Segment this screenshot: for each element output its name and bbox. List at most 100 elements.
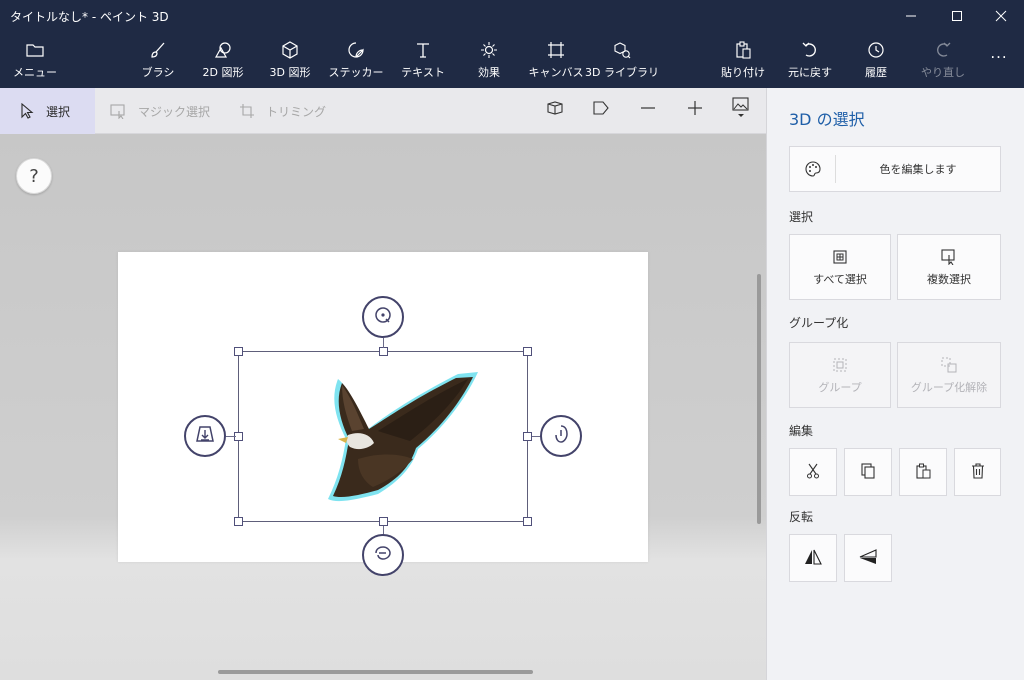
vertical-scrollbar[interactable] [757,274,761,524]
resize-handle-bottom-left[interactable] [234,517,243,526]
paste-panel-button[interactable] [899,448,947,496]
resize-handle-bottom-right[interactable] [523,517,532,526]
3d-library-icon [612,40,632,60]
2d-shapes-label: 2D 図形 [202,66,244,79]
sticker-label: ステッカー [328,66,384,79]
more-button[interactable]: ... [984,32,1014,88]
flip-vertical-icon [859,548,877,568]
resize-handle-bottom[interactable] [379,517,388,526]
undo-button[interactable]: 元に戻す [786,32,834,88]
resize-handle-top[interactable] [379,347,388,356]
effects-button[interactable]: 効果 [470,32,508,88]
group-label: グループ [818,380,862,394]
2d-shapes-button[interactable]: 2D 図形 [200,32,246,88]
resize-handle-right[interactable] [523,432,532,441]
ungroup-button[interactable]: グループ化解除 [897,342,1001,408]
section-flip-heading: 反転 [789,510,814,524]
multi-select-button[interactable]: 複数選択 [897,234,1001,300]
title-bar: タイトルなし* - ペイント 3D [0,0,1024,32]
select-all-button[interactable]: すべて選択 [789,234,891,300]
image-icon [732,97,750,123]
cut-button[interactable] [789,448,837,496]
selection-box[interactable] [238,351,528,522]
cursor-icon [18,102,36,120]
select-tool[interactable]: 選択 [0,88,95,134]
delete-button[interactable] [954,448,1001,496]
undo-icon [800,40,820,60]
section-select-heading: 選択 [789,210,814,224]
text-icon [413,40,433,60]
view-options-button[interactable] [729,97,753,123]
rotate-x-gizmo[interactable] [362,534,404,576]
brush-label: ブラシ [141,66,175,79]
menu-label: メニュー [13,66,57,79]
redo-button[interactable]: やり直し [920,32,966,88]
select-all-label: すべて選択 [813,272,867,286]
push-depth-icon [194,423,216,449]
sticker-icon [346,40,366,60]
rotate-y-gizmo[interactable] [540,415,582,457]
3d-view-button[interactable] [543,98,567,122]
3d-library-label: 3D ライブラリ [585,66,659,79]
maximize-button[interactable] [934,0,980,32]
canvas-button[interactable]: キャンバス [528,32,584,88]
multi-select-label: 複数選択 [927,272,971,286]
gizmo-stem-top [383,338,384,348]
folder-icon [25,40,45,60]
canvas-label: キャンバス [528,66,584,79]
copy-icon [860,462,876,482]
help-button[interactable]: ? [16,158,52,194]
brush-icon [148,40,168,60]
properties-panel: 3D の選択 色を編集します 選択 すべて選択 複数選択 グループ化 グループ … [766,88,1024,680]
rotate-horizontal-icon [372,542,394,568]
history-button[interactable]: 履歴 [860,32,892,88]
select-all-icon [831,248,849,266]
ribbon: メニュー ブラシ 2D 図形 3D 図形 ステッカー テキスト 効果 キャンバス… [0,32,1024,88]
minimize-button[interactable] [888,0,934,32]
flip-vertical-button[interactable] [844,534,892,582]
canvas-workspace[interactable]: ? [0,134,766,680]
section-group-heading: グループ化 [789,316,849,330]
zoom-out-button[interactable] [636,98,660,122]
3d-shapes-button[interactable]: 3D 図形 [266,32,314,88]
horizontal-scrollbar[interactable] [218,670,533,674]
resize-handle-top-left[interactable] [234,347,243,356]
menu-button[interactable]: メニュー [13,32,57,88]
redo-icon [933,40,953,60]
ungroup-label: グループ化解除 [910,380,988,394]
window-title: タイトルなし* - ペイント 3D [10,10,169,24]
depth-gizmo[interactable] [184,415,226,457]
more-icon: ... [990,44,1008,62]
rotate-vertical-icon [550,423,572,449]
redo-label: やり直し [921,66,965,79]
rotate-z-gizmo[interactable] [362,296,404,338]
crop-icon [238,102,256,120]
flip-horizontal-icon [804,549,822,568]
perspective-button[interactable] [589,98,613,122]
brush-button[interactable]: ブラシ [138,32,178,88]
paste-icon [915,463,931,482]
text-label: テキスト [401,66,445,79]
edit-color-button[interactable]: 色を編集します [789,146,1001,192]
group-button[interactable]: グループ [789,342,891,408]
plus-icon [687,100,703,120]
3d-library-button[interactable]: 3D ライブラリ [585,32,659,88]
flip-horizontal-button[interactable] [789,534,837,582]
magic-select-tool[interactable]: マジック選択 [110,88,220,134]
text-button[interactable]: テキスト [401,32,445,88]
gizmo-stem-left [226,436,236,437]
paste-label: 貼り付け [721,66,765,79]
magic-select-label: マジック選択 [138,104,211,119]
close-button[interactable] [978,0,1024,32]
resize-handle-top-right[interactable] [523,347,532,356]
effects-icon [479,40,499,60]
copy-button[interactable] [844,448,892,496]
sticker-button[interactable]: ステッカー [329,32,384,88]
select-tool-label: 選択 [46,104,71,119]
scissors-icon [806,463,820,482]
paste-button[interactable]: 貼り付け [720,32,766,88]
history-icon [866,40,886,60]
effects-label: 効果 [478,66,500,79]
zoom-in-button[interactable] [683,98,707,122]
crop-tool[interactable]: トリミング [238,88,328,134]
